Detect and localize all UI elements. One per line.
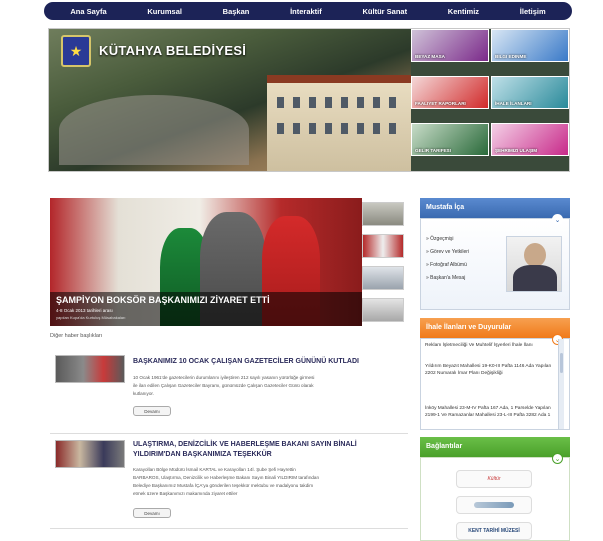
municipality-logo[interactable]: ★ [61, 35, 91, 67]
news-body-line: kutlanıyor. [133, 391, 154, 396]
news-title[interactable]: BAŞKANIMIZ 10 OCAK ÇALIŞAN GAZETECİLER G… [133, 358, 359, 365]
news-body-line: ile ilan edilen Çalışan Gazeteciler Bayr… [133, 383, 314, 388]
link-label: KENT TARİHİ MÜZESİ [468, 528, 520, 534]
mayor-photo [506, 236, 562, 292]
more-headlines-label[interactable]: Diğer haber başlıkları [50, 333, 102, 339]
tile-gelir-tarifesi[interactable]: Gelir Tarifesi [411, 123, 489, 156]
slide-thumb-1[interactable] [362, 202, 404, 226]
chevron-down-icon[interactable]: ⌄ [552, 214, 563, 225]
tile-label: Gelir Tarifesi [415, 148, 451, 153]
announcement-item[interactable]: İnköy Mahallesi 23-M-IV Pafta 167 Ada, 1… [425, 405, 553, 427]
mayor-panel-header: Mustafa İça [420, 198, 570, 218]
nav-item-iletisim[interactable]: İletişim [520, 7, 546, 16]
links-panel-header: Bağlantılar [420, 437, 570, 457]
read-more-label: Devamı [144, 408, 160, 414]
read-more-button[interactable]: Devamı [133, 406, 171, 416]
link-label: Kültür [487, 476, 501, 482]
mayor-link-ozgecmisi[interactable]: » Özgeçmişi [426, 236, 454, 242]
announcements-scrollbar[interactable] [558, 339, 564, 429]
link-kultur[interactable]: Kültür [456, 470, 532, 488]
news-title-line-2[interactable]: YILDIRIM'DAN BAŞKANIMIZA TEŞEKKÜR [133, 451, 272, 458]
news-body-line: etmek üzere Başkanımızı makamında ziyare… [133, 491, 238, 496]
top-nav: Ana Sayfa Kurumsal Başkan İnteraktif Kül… [44, 2, 572, 20]
nav-item-interaktif[interactable]: İnteraktif [290, 7, 322, 16]
read-more-label: Devamı [144, 510, 160, 516]
city-square [59, 95, 249, 165]
read-more-button[interactable]: Devamı [133, 508, 171, 518]
nav-item-baskan[interactable]: Başkan [223, 7, 250, 16]
news-thumbnail[interactable] [55, 440, 125, 468]
chevron-down-icon[interactable]: ⌄ [552, 453, 563, 464]
mayor-link-fotograf[interactable]: » Fotoğraf Albümü [426, 262, 467, 268]
slide-thumb-4[interactable] [362, 298, 404, 322]
mayor-link-label: Fotoğraf Albümü [430, 262, 467, 268]
tile-label: Faaliyet Raporları [415, 101, 466, 106]
slide-thumb-3[interactable] [362, 266, 404, 290]
site-title: KÜTAHYA BELEDİYESİ [99, 43, 247, 58]
tile-label: Beyaz Masa [415, 54, 445, 59]
tile-label: Şehrimizi Ulaşım [495, 148, 538, 153]
town-hall-building [267, 75, 411, 171]
link-banner-2[interactable] [456, 496, 532, 514]
tile-sehrimizi-ulasim[interactable]: Şehrimizi Ulaşım [491, 123, 569, 156]
tenders-panel-header: İhale İlanları ve Duyurular [420, 318, 570, 338]
links-panel-title: Bağlantılar [426, 443, 463, 450]
tile-faaliyet-raporlari[interactable]: Faaliyet Raporları [411, 76, 489, 109]
star-icon: ★ [69, 42, 83, 59]
feature-subtitle: 4-8 Ocak 2013 tarihleri arası [56, 308, 113, 313]
news-divider [50, 528, 408, 529]
mayor-link-mesaj[interactable]: » Başkan'a Mesaj [426, 275, 465, 281]
news-thumbnail[interactable] [55, 355, 125, 383]
tile-ihale-ilanlari[interactable]: İhale İlanları [491, 76, 569, 109]
tile-label: Bilgi Edinme [495, 54, 527, 59]
announcement-item[interactable]: Yıldırım Beyazıt Mahallesi 19-K0-III Paf… [425, 363, 553, 377]
slide-thumb-2[interactable] [362, 234, 404, 258]
nav-item-kentimiz[interactable]: Kentimiz [448, 7, 479, 16]
feature-title[interactable]: ŞAMPİYON BOKSÖR BAŞKANIMIZI ZİYARET ETTİ [56, 295, 270, 305]
news-title[interactable]: ULAŞTIRMA, DENİZCİLİK VE HABERLEŞME BAKA… [133, 441, 357, 448]
mayor-link-gorev[interactable]: » Görev ve Yetkileri [426, 249, 469, 255]
mayor-link-label: Başkan'a Mesaj [430, 275, 466, 281]
mayor-link-label: Özgeçmişi [430, 236, 454, 242]
link-kent-tarihi-muzesi[interactable]: KENT TARİHİ MÜZESİ [456, 522, 532, 540]
nav-item-kultur-sanat[interactable]: Kültür Sanat [362, 7, 407, 16]
nav-item-ana-sayfa[interactable]: Ana Sayfa [70, 7, 106, 16]
header-banner: ★ KÜTAHYA BELEDİYESİ Beyaz Masa Bilgi Ed… [48, 28, 570, 172]
nav-item-kurumsal[interactable]: Kurumsal [147, 7, 182, 16]
mayor-link-label: Görev ve Yetkileri [430, 249, 470, 255]
tile-label: İhale İlanları [495, 101, 532, 106]
tile-beyaz-masa[interactable]: Beyaz Masa [411, 29, 489, 62]
news-divider [50, 433, 408, 434]
tile-bilgi-edinme[interactable]: Bilgi Edinme [491, 29, 569, 62]
feature-subtitle-2: yapılan Kupa'da Kurtuluş Müsabakaları [56, 315, 126, 320]
link-logo [474, 502, 514, 508]
announcement-item[interactable]: Reklam İşletmeciliği Ve Muhtelif İşyerle… [425, 342, 553, 349]
tenders-panel-title: İhale İlanları ve Duyurular [426, 324, 512, 331]
mayor-panel-title: Mustafa İça [426, 204, 465, 211]
feature-slideshow[interactable]: ŞAMPİYON BOKSÖR BAŞKANIMIZI ZİYARET ETTİ… [50, 198, 362, 326]
